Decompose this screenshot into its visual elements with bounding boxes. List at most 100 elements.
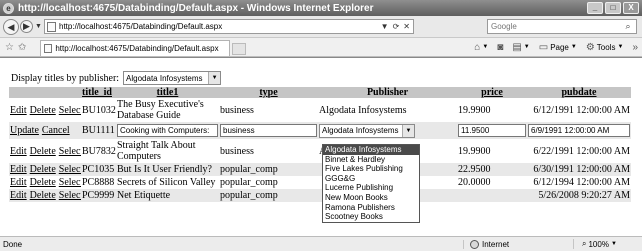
gear-icon: ⚙ <box>585 41 595 53</box>
address-actions: ▼ ⟳ ✕ <box>381 22 413 31</box>
tools-menu[interactable]: ⚙ Tools ▼ <box>586 42 624 53</box>
publisher-filter: Display titles by publisher: Algodata In… <box>11 71 222 85</box>
dropdown-option[interactable]: Lucerne Publishing <box>323 183 419 193</box>
edit-link[interactable]: Edit <box>10 105 27 116</box>
back-button[interactable]: ◀ <box>3 18 19 35</box>
select-link[interactable]: Select <box>59 190 81 201</box>
delete-link[interactable]: Delete <box>30 146 56 157</box>
table-row: Edit Delete Select PC8888 Secrets of Silic… <box>9 176 631 189</box>
chevron-down-icon[interactable]: ▼ <box>402 124 414 137</box>
pubdate-input[interactable]: 6/9/1991 12:00:00 AM <box>528 124 630 137</box>
page-icon <box>47 21 56 32</box>
search-input[interactable] <box>488 22 620 31</box>
refresh-icon[interactable]: ⟳ <box>393 22 400 31</box>
dropdown-option[interactable]: Five Lakes Publishing <box>323 164 419 174</box>
zoom-level: 100% <box>588 239 609 249</box>
edit-link[interactable]: Edit <box>10 177 27 188</box>
cell-publisher-edit: Algodata Infosystems ▼ <box>318 122 457 139</box>
publisher-select[interactable]: Algodata Infosystems ▼ <box>123 71 222 85</box>
cancel-link[interactable]: Cancel <box>42 125 70 136</box>
row-actions: Edit Delete Select <box>9 163 81 176</box>
publisher-label: Display titles by publisher: <box>11 72 120 84</box>
cell-type-edit: business <box>219 122 318 139</box>
cell-title: Straight Talk About Computers <box>117 140 196 162</box>
cell-pubdate: 5/26/2008 9:20:27 AM <box>538 190 630 201</box>
dropdown-option[interactable]: GGG&G <box>323 174 419 184</box>
cell-title-edit: Cooking with Computers: <box>116 122 219 139</box>
dropdown-option[interactable]: Scootney Books <box>323 212 419 222</box>
window-titlebar: e http://localhost:4675/Databinding/Defa… <box>0 0 642 16</box>
print-icon: ▤ <box>512 41 522 53</box>
favorites-star-icon[interactable]: ☆ <box>5 42 14 53</box>
zone-label: Internet <box>482 239 510 249</box>
title-input[interactable]: Cooking with Computers: <box>117 124 218 137</box>
select-link[interactable]: Select <box>59 177 81 188</box>
column-header-publisher: Publisher <box>318 87 457 98</box>
cell-type: popular_comp <box>220 164 278 175</box>
window-controls: _ □ X <box>587 2 639 14</box>
dropdown-option[interactable]: New Moon Books <box>323 193 419 203</box>
zoom-icon: ⌕ <box>582 239 587 248</box>
search-icon[interactable]: ⌕ <box>620 21 636 32</box>
recent-pages-chevron-icon[interactable]: ▼ <box>35 23 42 30</box>
home-button[interactable]: ⌂ ▼ <box>474 42 488 53</box>
more-tools-chevron[interactable]: » <box>632 42 638 53</box>
forward-button[interactable]: ▶ <box>20 20 33 33</box>
cell-title-id: PC8888 <box>82 177 115 188</box>
cell-pubdate: 6/12/1991 12:00:00 AM <box>533 104 630 116</box>
column-header-title[interactable]: title1 <box>116 87 219 98</box>
cell-title: Secrets of Silicon Valley <box>117 177 216 188</box>
delete-link[interactable]: Delete <box>30 190 56 201</box>
close-button[interactable]: X <box>623 2 639 14</box>
table-row: Edit Delete Select PC1035 But Is It User F… <box>9 163 631 176</box>
edit-link[interactable]: Edit <box>10 146 27 157</box>
column-header-pubdate[interactable]: pubdate <box>527 87 631 98</box>
minimize-button[interactable]: _ <box>587 2 603 14</box>
edit-link[interactable]: Edit <box>10 190 27 201</box>
browser-tab[interactable]: http://localhost:4675/Databinding/Defaul… <box>40 40 231 56</box>
search-box[interactable]: ⌕ <box>487 19 637 34</box>
column-header-price[interactable]: price <box>457 87 527 98</box>
cell-type: popular_comp <box>220 177 278 188</box>
delete-link[interactable]: Delete <box>30 177 56 188</box>
feeds-button[interactable]: ◙ <box>497 42 503 53</box>
tab-toolbar: ☆ ✩ http://localhost:4675/Databinding/De… <box>0 38 642 57</box>
dropdown-option[interactable]: Algodata Infosystems <box>323 145 419 155</box>
column-header-title-id[interactable]: title_id <box>81 87 116 98</box>
select-link[interactable]: Select <box>59 105 81 116</box>
table-row-editing: Update Cancel BU1111 Cooking with Compute… <box>9 122 631 139</box>
status-text: Done <box>3 239 23 249</box>
zoom-control[interactable]: ⌕ 100% ▼ <box>573 239 617 249</box>
update-link[interactable]: Update <box>10 125 39 136</box>
new-tab-button[interactable] <box>232 43 247 55</box>
address-url[interactable]: http://localhost:4675/Databinding/Defaul… <box>59 22 381 31</box>
type-input[interactable]: business <box>220 124 317 137</box>
security-zone[interactable]: Internet <box>463 239 573 249</box>
dropdown-option[interactable]: Binnet & Hardley <box>323 155 419 165</box>
cell-type: popular_comp <box>220 190 278 201</box>
address-bar[interactable]: http://localhost:4675/Databinding/Defaul… <box>44 19 414 34</box>
price-input[interactable]: 11.9500 <box>458 124 526 137</box>
publisher-dropdown-list: Algodata Infosystems Binnet & Hardley Fi… <box>322 144 420 223</box>
dropdown-option[interactable]: Ramona Publishers <box>323 203 419 213</box>
select-link[interactable]: Select <box>59 164 81 175</box>
chevron-down-icon: ▼ <box>570 44 577 50</box>
select-link[interactable]: Select <box>59 146 81 157</box>
globe-icon <box>470 239 479 249</box>
print-button[interactable]: ▤ ▼ <box>512 42 529 53</box>
row-actions: Edit Delete Select <box>9 176 81 189</box>
column-header-type[interactable]: type <box>219 87 318 98</box>
delete-link[interactable]: Delete <box>30 105 56 116</box>
delete-link[interactable]: Delete <box>30 164 56 175</box>
edit-link[interactable]: Edit <box>10 164 27 175</box>
page-menu[interactable]: ▭ Page ▼ <box>539 42 577 53</box>
address-dropdown-icon[interactable]: ▼ <box>381 22 389 31</box>
stop-icon[interactable]: ✕ <box>403 22 410 31</box>
add-favorites-icon[interactable]: ✩ <box>18 42 26 53</box>
publisher-edit-select[interactable]: Algodata Infosystems ▼ <box>319 123 415 138</box>
table-row: Edit Delete Select BU1032 The Busy Executi… <box>9 98 631 122</box>
tab-label: http://localhost:4675/Databinding/Defaul… <box>55 44 219 53</box>
maximize-button[interactable]: □ <box>605 2 621 14</box>
chevron-down-icon[interactable]: ▼ <box>208 72 221 84</box>
cell-pubdate: 6/12/1994 12:00:00 AM <box>533 177 630 188</box>
